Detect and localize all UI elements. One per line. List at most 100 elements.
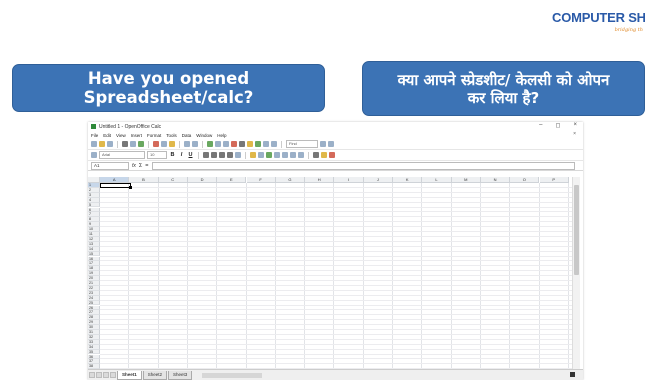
print-icon[interactable] — [122, 141, 128, 147]
window-title: Untitled 1 - OpenOffice Calc — [99, 123, 162, 130]
column-header-o[interactable]: O — [510, 177, 540, 183]
zoom-icon[interactable] — [263, 141, 269, 147]
column-header-p[interactable]: P — [539, 177, 569, 183]
number-format-icon[interactable] — [266, 152, 272, 158]
font-name-select[interactable]: Arial — [99, 151, 145, 159]
menu-view[interactable]: View — [116, 133, 126, 138]
background-color-icon[interactable] — [321, 152, 327, 158]
styles-icon[interactable] — [91, 152, 97, 158]
font-color-icon[interactable] — [329, 152, 335, 158]
justify-icon[interactable] — [227, 152, 233, 158]
find-previous-icon[interactable] — [328, 141, 334, 147]
paste-icon[interactable] — [169, 141, 175, 147]
column-header-h[interactable]: H — [305, 177, 335, 183]
find-input[interactable]: Find — [286, 140, 318, 148]
align-center-icon[interactable] — [211, 152, 217, 158]
last-sheet-button[interactable] — [110, 372, 116, 378]
question-hindi: क्या आपने स्प्रेडशीट/ केलसी को ओपन कर लि… — [362, 61, 645, 116]
function-wizard-icon[interactable]: fx — [132, 163, 136, 169]
undo-icon[interactable] — [184, 141, 190, 147]
borders-icon[interactable] — [313, 152, 319, 158]
column-header-g[interactable]: G — [275, 177, 306, 183]
menu-window[interactable]: Window — [196, 133, 212, 138]
navigator-icon[interactable] — [247, 141, 253, 147]
italic-button[interactable]: I — [178, 152, 185, 158]
find-next-icon[interactable] — [320, 141, 326, 147]
chart-icon[interactable] — [231, 141, 237, 147]
vertical-scroll-thumb[interactable] — [574, 185, 579, 275]
column-header-f[interactable]: F — [246, 177, 276, 183]
column-header-i[interactable]: I — [334, 177, 364, 183]
bold-button[interactable]: B — [169, 152, 176, 158]
grid-row-line — [100, 319, 572, 321]
active-cell-a1[interactable] — [100, 183, 131, 188]
column-header-k[interactable]: K — [393, 177, 423, 183]
function-icon[interactable]: = — [145, 163, 148, 169]
menu-help[interactable]: Help — [217, 133, 226, 138]
menu-edit[interactable]: Edit — [103, 133, 111, 138]
underline-button[interactable]: U — [187, 152, 194, 158]
column-header-l[interactable]: L — [422, 177, 452, 183]
cut-icon[interactable] — [153, 141, 159, 147]
grid-row-line — [100, 304, 572, 306]
column-header-c[interactable]: C — [158, 177, 188, 183]
percent-icon[interactable] — [258, 152, 264, 158]
align-right-icon[interactable] — [219, 152, 225, 158]
sheet-tab-1[interactable]: Sheet1 — [117, 370, 142, 380]
toolbar-separator — [308, 151, 309, 159]
open-icon[interactable] — [99, 141, 105, 147]
close-button[interactable]: × — [573, 122, 577, 129]
menu-format[interactable]: Format — [147, 133, 161, 138]
maximize-button[interactable]: ◻ — [556, 122, 561, 129]
column-header-n[interactable]: N — [480, 177, 511, 183]
remove-decimal-icon[interactable] — [282, 152, 288, 158]
first-sheet-button[interactable] — [89, 372, 95, 378]
minimize-button[interactable]: – — [539, 122, 542, 129]
sum-icon[interactable]: Σ — [139, 163, 142, 169]
grid-row-line — [100, 275, 572, 277]
align-left-icon[interactable] — [203, 152, 209, 158]
print-preview-icon[interactable] — [130, 141, 136, 147]
hyperlink-icon[interactable] — [207, 141, 213, 147]
redo-icon[interactable] — [192, 141, 198, 147]
scroll-right-button[interactable] — [570, 372, 575, 377]
column-header-d[interactable]: D — [187, 177, 218, 183]
menu-file[interactable]: File — [91, 133, 98, 138]
currency-icon[interactable] — [250, 152, 256, 158]
sheet-tab-3[interactable]: Sheet3 — [168, 370, 193, 380]
title-bar: Untitled 1 - OpenOffice Calc – ◻ × — [88, 122, 583, 131]
new-icon[interactable] — [91, 141, 97, 147]
horizontal-scrollbar[interactable] — [202, 372, 263, 378]
grid-row-line — [100, 206, 572, 208]
save-icon[interactable] — [107, 141, 113, 147]
find-icon[interactable] — [239, 141, 245, 147]
formula-input[interactable] — [151, 161, 575, 170]
merge-cells-icon[interactable] — [235, 152, 241, 158]
copy-icon[interactable] — [161, 141, 167, 147]
name-box[interactable]: A1 — [91, 161, 129, 170]
add-decimal-icon[interactable] — [274, 152, 280, 158]
help-icon[interactable] — [271, 141, 277, 147]
next-sheet-button[interactable] — [103, 372, 109, 378]
column-header-j[interactable]: J — [363, 177, 393, 183]
menu-data[interactable]: Data — [182, 133, 192, 138]
column-header-e[interactable]: E — [217, 177, 247, 183]
fill-handle[interactable] — [129, 186, 132, 189]
menu-insert[interactable]: Insert — [131, 133, 142, 138]
column-header-b[interactable]: B — [129, 177, 159, 183]
sort-descending-icon[interactable] — [223, 141, 229, 147]
gallery-icon[interactable] — [255, 141, 261, 147]
vertical-scrollbar[interactable] — [572, 177, 580, 370]
decrease-indent-icon[interactable] — [290, 152, 296, 158]
sort-ascending-icon[interactable] — [215, 141, 221, 147]
spellcheck-icon[interactable] — [138, 141, 144, 147]
sheet-tab-2[interactable]: Sheet2 — [142, 370, 168, 380]
app-icon — [91, 124, 96, 129]
increase-indent-icon[interactable] — [298, 152, 304, 158]
menu-tools[interactable]: Tools — [166, 133, 177, 138]
document-close-button[interactable]: × — [573, 131, 576, 137]
column-header-m[interactable]: M — [451, 177, 481, 183]
font-size-select[interactable]: 10 — [147, 151, 167, 159]
spreadsheet-grid[interactable]: A B C D E F G H I J K L M N O P 1 2 3 4 5 6 7 8 9 10 11 12 13 14 15 16 1… — [88, 177, 572, 370]
previous-sheet-button[interactable] — [96, 372, 102, 378]
